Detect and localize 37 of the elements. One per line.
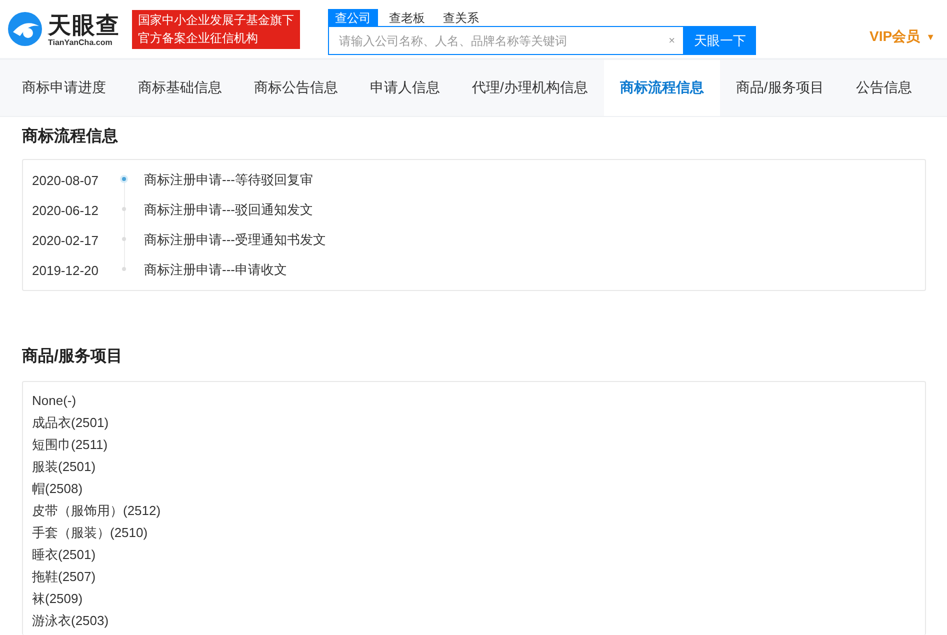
goods-item: 拖鞋(2507) [32, 568, 97, 586]
search-tab[interactable]: 查公司 [328, 9, 378, 26]
event-date: 2020-06-12 [32, 202, 100, 218]
nav-tab[interactable]: 商标公告信息 [238, 60, 354, 116]
event-date: 2020-08-07 [32, 172, 100, 188]
event-text: 商标注册申请---驳回通知发文 [144, 201, 313, 219]
search-button[interactable]: 天眼一下 [684, 26, 756, 55]
nav-tab[interactable]: 代理/办理机构信息 [456, 60, 604, 116]
section-title: 商标流程信息 [22, 126, 119, 147]
event-text: 商标注册申请---申请收文 [144, 261, 287, 279]
event-text: 商标注册申请---受理通知书发文 [144, 231, 326, 249]
goods-item: 帽(2508) [32, 480, 84, 498]
nav-tab[interactable]: 申请人信息 [354, 60, 456, 116]
goods-item: 皮带（服饰用）(2512) [32, 502, 162, 520]
goods-item: 服装(2501) [32, 458, 97, 476]
goods-item: 成品衣(2501) [32, 414, 110, 432]
logo-domain: TianYanCha.com [48, 38, 114, 46]
nav-tab[interactable]: 商标基础信息 [122, 60, 238, 116]
logo-icon [6, 10, 44, 48]
goods-item: 睡衣(2501) [32, 546, 97, 564]
search-tab[interactable]: 查老板 [382, 9, 432, 26]
nav-tab[interactable]: 商标申请进度 [6, 60, 122, 116]
nav-tab[interactable]: 公告信息 [840, 60, 928, 116]
badge-banner: 国家中小企业发展子基金旗下 官方备案企业征信机构 [132, 10, 300, 48]
event-date: 2020-02-17 [32, 232, 100, 248]
logo-text: 天眼查 [48, 12, 120, 38]
section-title: 商品/服务项目 [22, 346, 124, 367]
goods-item: 游泳衣(2503) [32, 612, 110, 630]
event-date: 2019-12-20 [32, 262, 100, 278]
search-tab[interactable]: 查关系 [436, 9, 486, 26]
event-text: 商标注册申请---等待驳回复审 [144, 171, 313, 189]
goods-item: None(-) [32, 392, 78, 410]
goods-item: 手套（服装）(2510) [32, 524, 149, 542]
goods-item: 短围巾(2511) [32, 436, 109, 454]
goods-item: 袜(2509) [32, 590, 84, 608]
nav-tab[interactable]: 商品/服务项目 [720, 60, 840, 116]
nav-tab[interactable]: 商标流程信息 [604, 60, 720, 116]
